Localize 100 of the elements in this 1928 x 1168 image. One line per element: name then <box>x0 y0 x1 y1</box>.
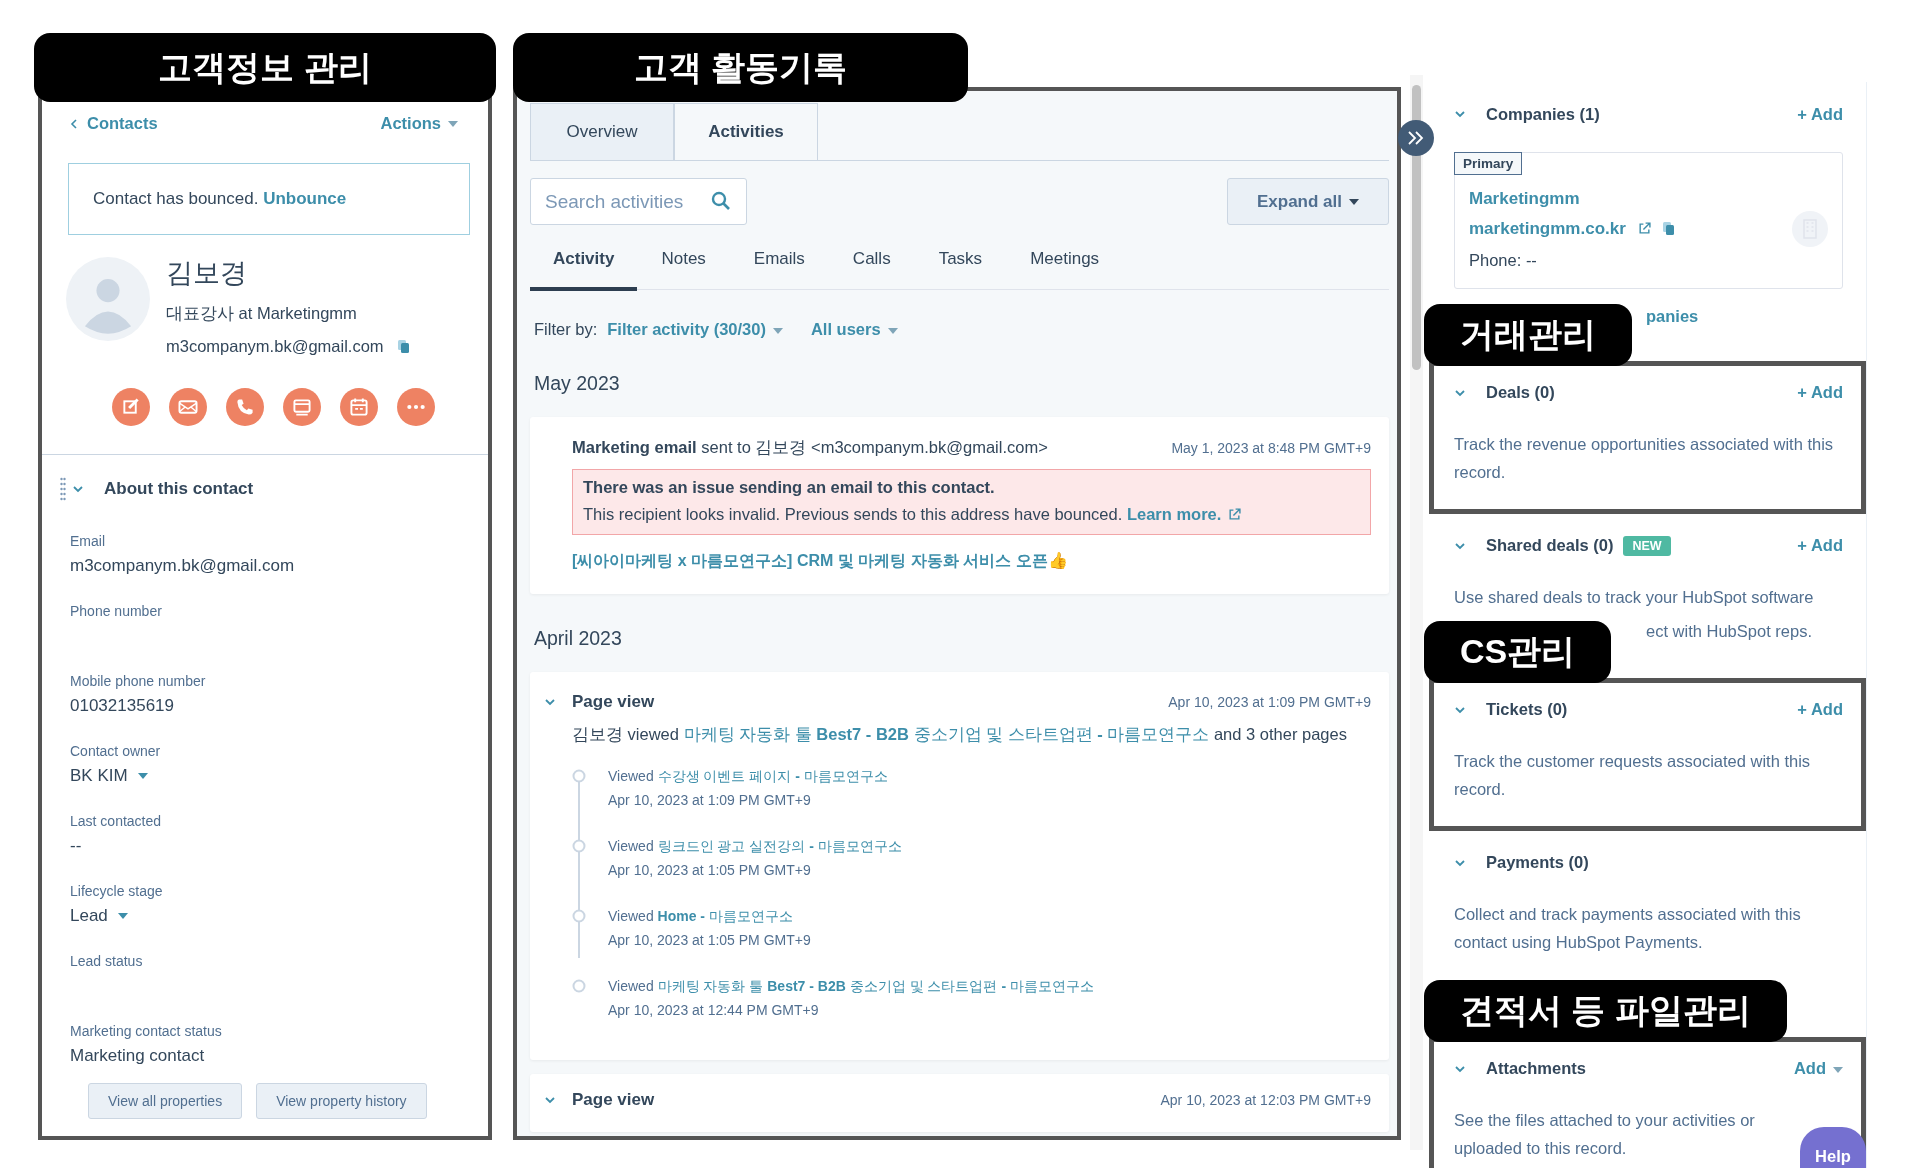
phone-icon[interactable] <box>226 388 264 426</box>
filter-tab[interactable]: Notes <box>637 235 730 291</box>
property-label: Lead status <box>70 953 144 969</box>
page-link[interactable]: 수강생 이벤트 페이지 - 마름모연구소 <box>657 768 888 784</box>
page-link[interactable]: 마케팅 자동화 툴 Best7 - B2B 중소기업 및 스타트업편 - 마름모연구소 <box>683 725 1210 743</box>
new-badge: NEW <box>1623 535 1671 556</box>
add-link[interactable]: + Add <box>1797 700 1843 719</box>
expand-all-button[interactable]: Expand all <box>1227 178 1389 225</box>
copy-icon[interactable] <box>1662 221 1675 236</box>
calendar-icon[interactable] <box>340 388 378 426</box>
annotation-label: 고객 활동기록 <box>513 33 968 102</box>
property-button[interactable]: View all properties <box>88 1083 243 1119</box>
view-time: Apr 10, 2023 at 12:44 PM GMT+9 <box>608 1002 820 1018</box>
chevron-down-icon[interactable] <box>1454 1064 1466 1073</box>
company-domain-link[interactable]: marketingmm.co.kr <box>1469 218 1626 239</box>
month-heading: May 2023 <box>534 372 621 395</box>
learn-more-link[interactable]: Learn more. <box>1126 505 1241 523</box>
section-description: Track the customer requests associated with this record. <box>1454 750 1812 800</box>
external-link-icon[interactable] <box>1637 222 1651 235</box>
add-link[interactable]: + Add <box>1797 536 1843 555</box>
filter-tab[interactable]: Calls <box>828 235 915 291</box>
caret-icon[interactable] <box>117 913 128 919</box>
copy-icon[interactable] <box>397 339 410 354</box>
page-view-entry: Viewed Home - 마름모연구소 <box>608 908 794 926</box>
chevron-down-icon[interactable] <box>1454 541 1466 550</box>
chevron-down-icon[interactable] <box>544 1096 556 1104</box>
add-link[interactable]: + Add <box>1797 104 1843 124</box>
section-description: Collect and track payments associated with this contact using HubSpot Payments. <box>1454 903 1802 953</box>
caret-icon <box>772 327 783 334</box>
contact-job-title: 대표강사 at Marketingmm <box>166 303 358 324</box>
filter-tab[interactable]: Activity <box>530 235 638 291</box>
add-link[interactable]: Add <box>1793 1059 1843 1078</box>
help-button[interactable]: Help <box>1800 1126 1866 1168</box>
email-subject-link[interactable]: [씨아이마케팅 x 마름모연구소] CRM 및 마케팅 자동화 서비스 오픈👍 <box>572 551 1371 572</box>
avatar-icon <box>66 257 150 341</box>
chevron-down-icon[interactable] <box>1454 705 1466 714</box>
page-view-summary: 김보경 viewed 마케팅 자동화 툴 Best7 - B2B 중소기업 및 스타트업편 - 마름모연구소 and 3 other pages <box>572 724 1348 745</box>
activity-title: Page view <box>572 1090 655 1110</box>
caret-icon[interactable] <box>137 773 148 779</box>
section-description: Use shared deals to track your HubSpot software <box>1454 586 1815 608</box>
view-time: Apr 10, 2023 at 1:09 PM GMT+9 <box>608 792 812 808</box>
back-chevron-icon <box>70 117 78 130</box>
unbounce-link[interactable]: Unbounce <box>263 189 347 209</box>
tab[interactable]: Overview <box>530 103 674 160</box>
external-link-icon[interactable] <box>1227 508 1241 521</box>
email-icon[interactable] <box>169 388 207 426</box>
annotation-label: 거래관리 <box>1424 303 1632 366</box>
search-icon[interactable] <box>711 191 731 211</box>
contact-email: m3companym.bk@gmail.com <box>166 337 384 356</box>
filter-dropdown[interactable]: All users <box>810 320 898 339</box>
actions-menu[interactable]: Actions <box>380 114 458 133</box>
annotation-label: 고객정보 관리 <box>34 33 496 102</box>
search-field[interactable]: Search activities <box>530 178 747 225</box>
section-title: Companies (1) <box>1486 104 1600 124</box>
building-icon <box>1792 210 1828 247</box>
company-name-link[interactable]: Marketingmm <box>1469 188 1580 209</box>
add-link[interactable]: + Add <box>1797 383 1843 402</box>
section-description: ect with HubSpot reps. <box>1646 621 1812 640</box>
page-link[interactable]: 링크드인 광고 실전강의 - 마름모연구소 <box>657 838 902 854</box>
property-value[interactable]: 01032135619 <box>70 696 174 716</box>
chevron-down-icon[interactable] <box>544 698 556 706</box>
page-link[interactable]: Home - 마름모연구소 <box>657 908 793 924</box>
annotation-label: CS관리 <box>1424 620 1612 683</box>
month-heading: April 2023 <box>534 627 623 650</box>
note-icon[interactable] <box>112 388 150 426</box>
filter-tab[interactable]: Emails <box>729 235 829 291</box>
filter-label: Filter by: <box>534 320 598 339</box>
section-title: About this contact <box>104 479 254 499</box>
chevron-down-icon[interactable] <box>1454 110 1466 118</box>
property-label: Email <box>70 533 106 549</box>
error-title: There was an issue sending an email to this contact. <box>583 478 996 497</box>
contact-name: 김보경 <box>166 257 248 290</box>
property-label: Mobile phone number <box>70 673 207 689</box>
more-icon[interactable] <box>397 388 435 426</box>
filter-dropdown[interactable]: Filter activity (30/30) <box>607 320 783 339</box>
tab[interactable]: Activities <box>674 103 818 160</box>
section-description: See the files attached to your activities or uploaded to this record. <box>1454 1109 1756 1159</box>
property-value[interactable]: Marketing contact <box>70 1046 205 1066</box>
task-icon[interactable] <box>283 388 321 426</box>
property-value[interactable]: Lead <box>70 906 108 926</box>
page-link[interactable]: 마케팅 자동화 툴 Best7 - B2B 중소기업 및 스타트업편 - 마름모연구소 <box>657 978 1094 994</box>
filter-tab[interactable]: Tasks <box>914 235 1007 291</box>
property-value[interactable]: BK KIM <box>70 766 128 786</box>
property-button[interactable]: View property history <box>256 1083 427 1119</box>
chevron-down-icon[interactable] <box>72 485 84 493</box>
property-value[interactable]: -- <box>70 836 82 856</box>
filter-tab[interactable]: Meetings <box>1006 235 1124 291</box>
activity-time: May 1, 2023 at 8:48 PM GMT+9 <box>1171 440 1371 456</box>
property-value[interactable]: m3companym.bk@gmail.com <box>70 556 295 576</box>
section-title: Deals (0) <box>1486 383 1555 402</box>
chevron-down-icon[interactable] <box>1454 858 1466 867</box>
drag-handle-icon[interactable] <box>60 477 66 501</box>
contacts-back-link[interactable]: Contacts <box>70 114 158 133</box>
collapse-sidebar-icon[interactable] <box>1398 120 1434 156</box>
email-summary: Marketing email sent to 김보경 <m3companym.bk@gmail.com> <box>572 437 1048 458</box>
caret-icon <box>448 120 458 127</box>
section-title: Shared deals (0) <box>1486 536 1614 555</box>
chevron-down-icon[interactable] <box>1454 388 1466 397</box>
view-companies-link[interactable]: panies <box>1646 306 1699 325</box>
activity-time: Apr 10, 2023 at 1:09 PM GMT+9 <box>1168 694 1371 710</box>
